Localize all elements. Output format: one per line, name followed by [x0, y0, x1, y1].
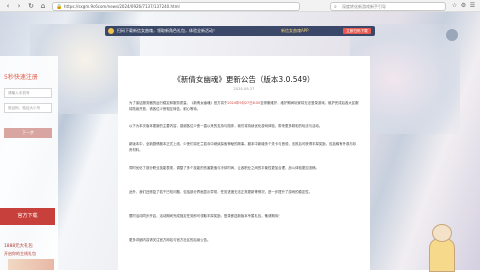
code-placeholder: 验证码，验证大小写 — [8, 106, 41, 110]
avatar[interactable] — [446, 29, 458, 41]
search-icon[interactable]: ⌕ — [334, 3, 337, 11]
phone-placeholder: 请输入手机号 — [8, 91, 30, 95]
game-logo-icon — [108, 28, 114, 34]
article-title: 《新倩女幽魂》更新公告（版本3.0.549） — [173, 75, 315, 84]
official-download-button[interactable]: 官方下载 — [0, 208, 55, 225]
article-paragraph: 新版本中，全新剧情副本正式上线，少侠们将在兰若寺中继续探索神秘的故事。副本中新增… — [129, 142, 357, 152]
search-input[interactable]: ⌕ 深度转化新游戏新手引导 — [330, 1, 446, 11]
article-paragraph: 以下为本次版本更新的主要内容，感谢各位少侠一直以来的支持与陪伴，我们将持续优化游… — [129, 124, 323, 128]
promo-bar: 扫码下载新信女曲魂，领取新角色礼包，体验全新活动！ 新信女曲魂APP 立即扫码下… — [105, 26, 375, 36]
reload-icon[interactable]: ↻ — [26, 1, 36, 11]
phone-field[interactable]: 请输入手机号 — [4, 88, 52, 98]
gift-artwork — [8, 259, 54, 270]
back-icon[interactable]: ‹ — [3, 1, 13, 11]
settings-icon[interactable]: ⚙ — [459, 1, 468, 11]
register-sidebar: 5秒快速注册 请输入手机号 验证码，验证大小写 下一步 官方下载 1888元大礼… — [0, 56, 58, 270]
highlight-date: 2024年9月27日8:00 — [227, 101, 261, 105]
article-paragraph: 同时优化了部分职业技能表现，调整了多个技能的伤害数值与冷却时间，让各职业之间的平… — [129, 166, 319, 170]
mascot-body — [429, 238, 455, 272]
article-panel: 《新倩女幽魂》更新公告（版本3.0.549） 2024-09-27 为了保证服务… — [118, 56, 370, 270]
article-paragraph: 限时活动同步开启，活动期间完成指定任务即可领取丰厚奖励，登录即送新版本专属礼包，… — [129, 214, 282, 218]
next-step-button[interactable]: 下一步 — [4, 128, 52, 138]
forward-icon[interactable]: › — [14, 1, 24, 11]
register-title: 5秒快速注册 — [4, 74, 38, 81]
article-paragraph: 此外，我们还修复了若干已知问题，包括部分界面显示异常、任务进度无法正常更新等情况… — [129, 190, 313, 194]
mascot-character[interactable] — [425, 224, 457, 272]
url-text[interactable]: https://sxgm.9c6com/news/2024/0926/7137/… — [64, 3, 180, 11]
browser-toolbar: ‹ › ↻ ⌂ 🔒 https://sxgm.9c6com/news/2024/… — [0, 0, 480, 12]
gift-pack-subtext: 开启你的主线礼包 — [4, 251, 36, 256]
lock-icon: 🔒 — [56, 3, 63, 10]
article-paragraph: 为了保证服务器的运行稳定和服务质量，《新倩女幽魂》官方将于2024年9月27日8… — [129, 101, 359, 111]
search-placeholder: 深度转化新游戏新手引导 — [342, 3, 386, 9]
bookmark-icon[interactable]: ☆ — [450, 1, 459, 11]
promo-download-button[interactable]: 立即扫码下载 — [343, 28, 371, 34]
promo-text: 扫码下载新信女曲魂，领取新角色礼包，体验全新活动！ — [117, 28, 217, 33]
promo-app-tag: 新信女曲魂APP — [281, 28, 309, 33]
code-field[interactable]: 验证码，验证大小写 — [4, 103, 52, 113]
article-date: 2024-09-27 — [233, 87, 255, 91]
address-bar[interactable]: 🔒 https://sxgm.9c6com/news/2024/0926/713… — [52, 1, 300, 11]
home-icon[interactable]: ⌂ — [38, 1, 48, 11]
gift-pack-text[interactable]: 1888元大礼包 — [4, 243, 33, 249]
menu-icon[interactable]: ☰ — [468, 1, 477, 11]
mascot-head — [432, 224, 452, 242]
article-paragraph: 更多详细内容请关注官方网站与官方社区的后续公告。 — [129, 238, 211, 242]
